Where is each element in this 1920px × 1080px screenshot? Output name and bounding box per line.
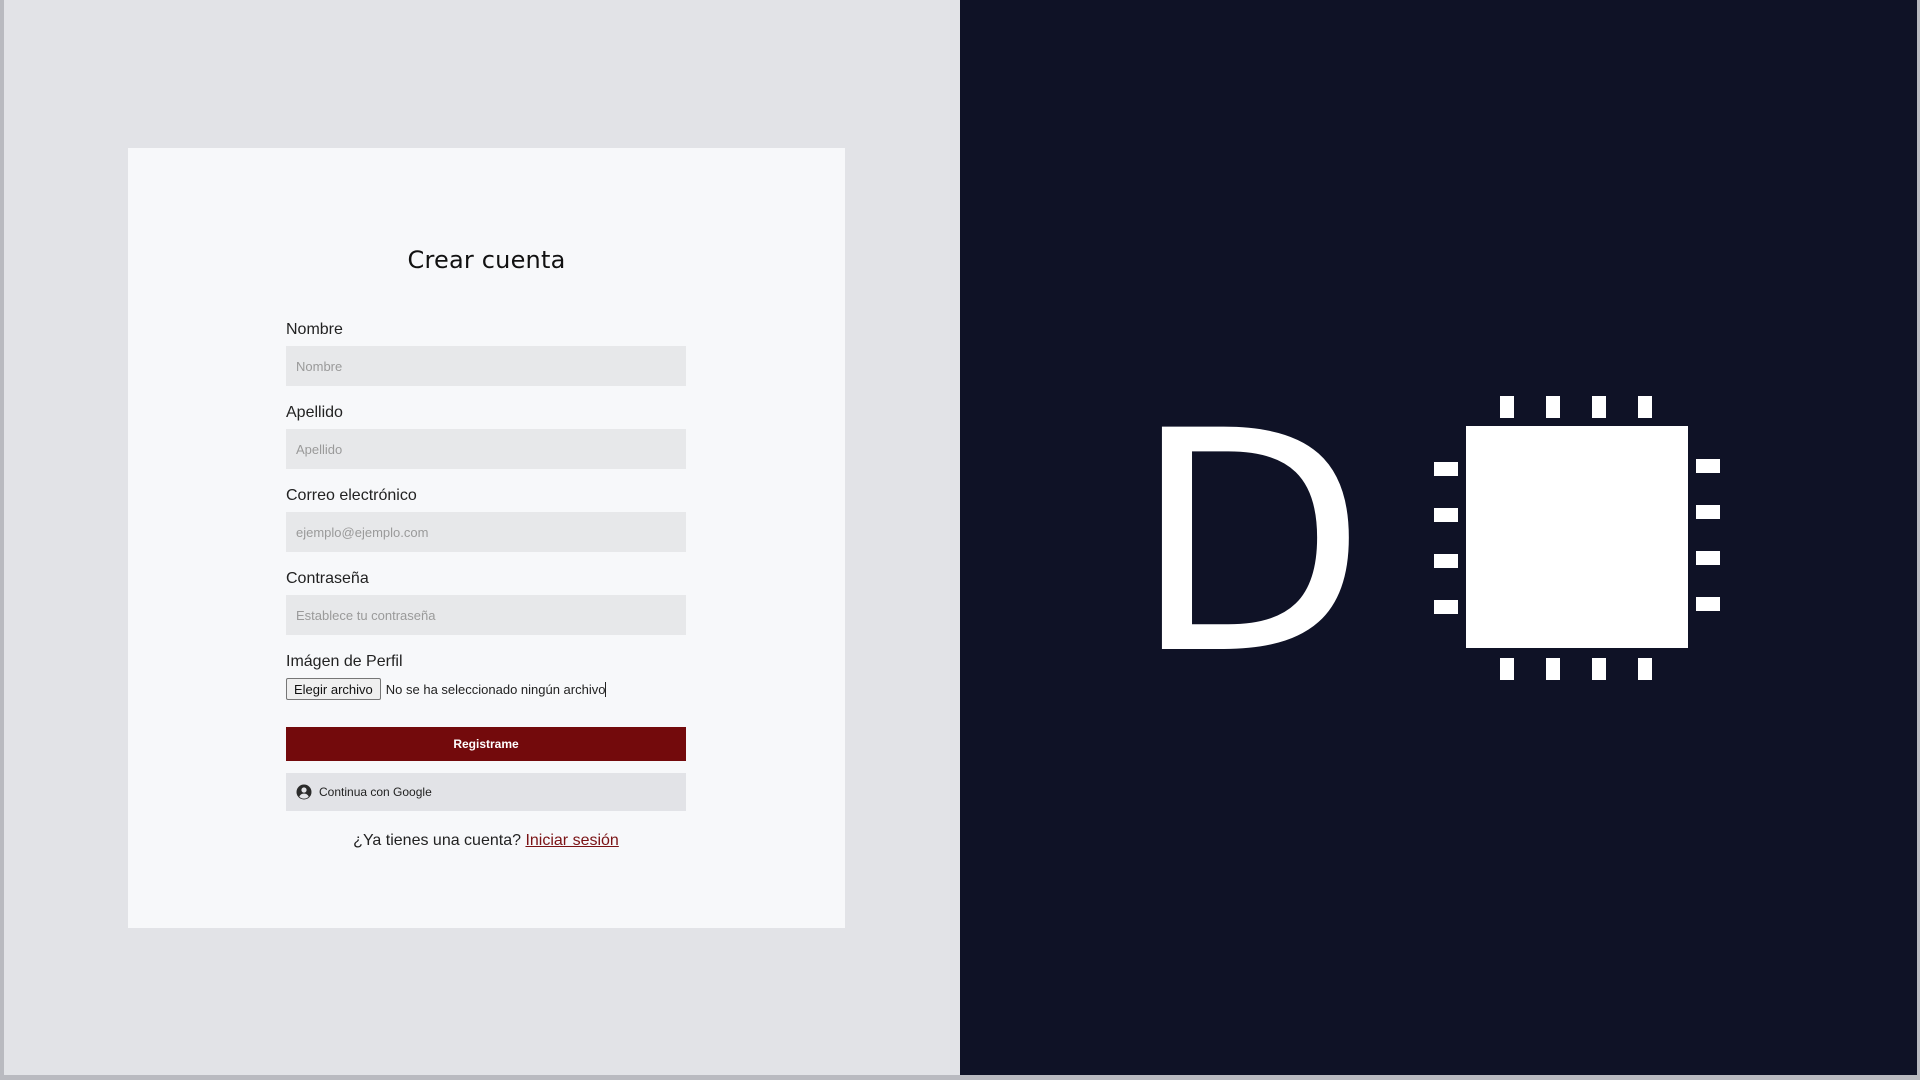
window-border-bottom xyxy=(0,1075,1920,1080)
window-border-left xyxy=(0,0,4,1080)
register-card: Crear cuenta Nombre Apellido Correo elec… xyxy=(128,148,845,928)
page-title: Crear cuenta xyxy=(407,246,566,274)
signin-prompt-row: ¿Ya tienes una cuenta? Iniciar sesión xyxy=(286,832,686,850)
app-window: Crear cuenta Nombre Apellido Correo elec… xyxy=(0,0,1920,1080)
file-picker: Elegir archivo No se ha seleccionado nin… xyxy=(286,678,686,700)
file-status: No se ha seleccionado ningún archivo xyxy=(385,681,606,697)
last-name-input[interactable] xyxy=(286,429,686,469)
logo-letter: D xyxy=(1140,390,1367,690)
text-caret xyxy=(605,681,607,697)
register-button[interactable]: Registrame xyxy=(286,727,686,761)
google-signin-button[interactable]: Continua con Google xyxy=(286,773,686,811)
first-name-input[interactable] xyxy=(286,346,686,386)
choose-file-button[interactable]: Elegir archivo xyxy=(286,678,381,700)
email-input[interactable] xyxy=(286,512,686,552)
brand-logo: D xyxy=(1140,390,1720,690)
password-input[interactable] xyxy=(286,595,686,635)
password-label: Contraseña xyxy=(286,570,369,587)
account-circle-icon xyxy=(296,784,312,800)
last-name-label: Apellido xyxy=(286,404,343,421)
signin-prompt: ¿Ya tienes una cuenta? xyxy=(353,832,521,849)
profile-image-label: Imágen de Perfil xyxy=(286,653,403,670)
first-name-label: Nombre xyxy=(286,321,343,338)
signin-link[interactable]: Iniciar sesión xyxy=(525,832,618,849)
register-form: Nombre Apellido Correo electrónico Contr… xyxy=(286,320,686,850)
form-pane: Crear cuenta Nombre Apellido Correo elec… xyxy=(4,0,960,1075)
google-button-label: Continua con Google xyxy=(319,785,432,799)
email-label: Correo electrónico xyxy=(286,487,417,504)
chip-icon xyxy=(1434,396,1720,680)
